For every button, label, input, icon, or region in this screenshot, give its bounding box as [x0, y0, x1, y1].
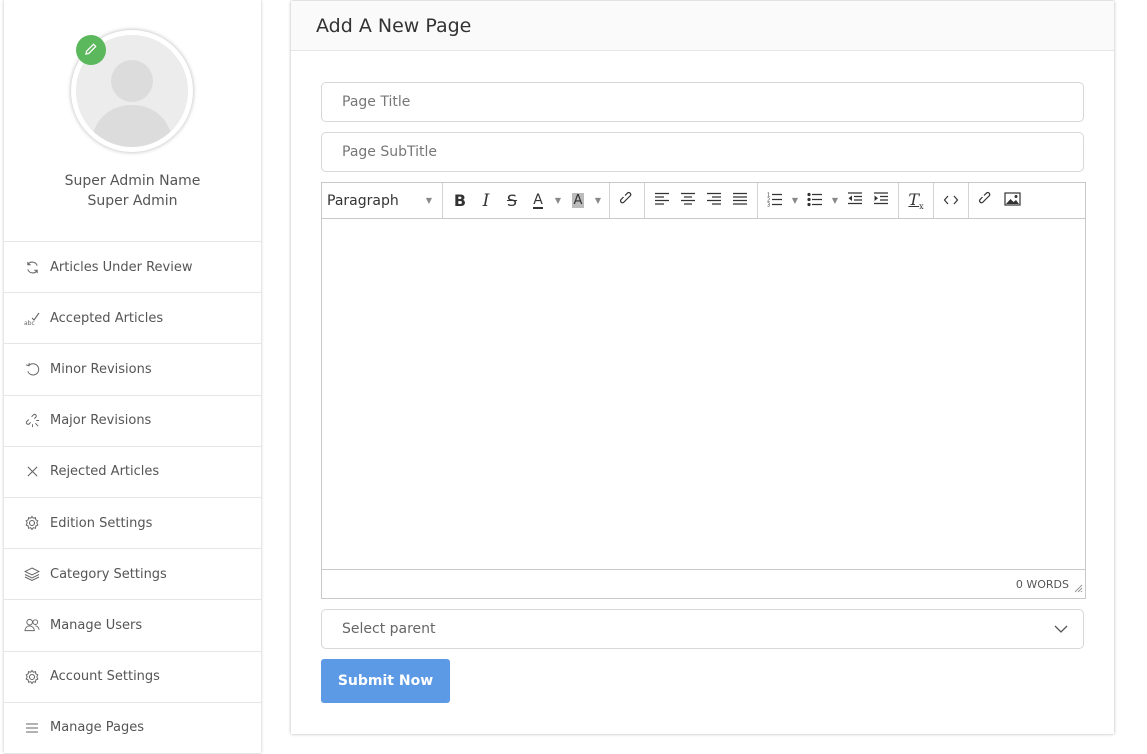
source-code-button[interactable] [938, 187, 964, 215]
chevron-down-icon: ▼ [425, 196, 432, 205]
page-title: Add A New Page [291, 1, 1114, 51]
chevron-down-icon: ▼ [554, 196, 562, 205]
code-icon [943, 192, 959, 210]
sidebar-item-label: Rejected Articles [50, 464, 160, 480]
sidebar-item-label: Manage Pages [50, 720, 145, 736]
format-select[interactable]: Paragraph ▼ [324, 187, 438, 215]
sidebar-item-minor-revisions[interactable]: Minor Revisions [4, 344, 261, 396]
bold-button[interactable]: B [447, 187, 473, 215]
sidebar-item-account-settings[interactable]: Account Settings [4, 652, 261, 703]
sidebar-item-accepted-articles[interactable]: abc Accepted Articles [4, 293, 261, 345]
indent-icon [873, 191, 889, 210]
profile-role: Super Admin [87, 193, 178, 209]
numbered-list-dropdown[interactable]: ▼ [788, 196, 802, 205]
refresh-icon [24, 259, 40, 275]
clear-formatting-icon: Tx [908, 189, 924, 212]
sidebar: Super Admin Name Super Admin Articles Un… [4, 0, 261, 754]
bullet-list-dropdown[interactable]: ▼ [828, 196, 842, 205]
strikethrough-button[interactable]: S [499, 187, 525, 215]
sidebar-item-edition-settings[interactable]: Edition Settings [4, 498, 261, 550]
background-color-icon: A [571, 193, 585, 208]
align-center-icon [680, 192, 696, 210]
sidebar-item-rejected-articles[interactable]: Rejected Articles [4, 447, 261, 498]
bullet-list-icon [807, 191, 823, 211]
resize-handle-icon[interactable] [1074, 583, 1083, 596]
sidebar-item-label: Account Settings [50, 669, 160, 685]
indent-button[interactable] [868, 187, 894, 215]
rich-text-editor: Paragraph ▼ B I S A ▼ A ▼ 1 2 3 ▼ ▼ Tx 0… [321, 182, 1086, 599]
align-left-icon [654, 192, 670, 210]
page-title-input[interactable] [321, 82, 1084, 122]
outdent-icon [847, 191, 863, 210]
bullet-list-button[interactable] [802, 187, 828, 215]
sidebar-item-label: Manage Users [50, 617, 143, 633]
outdent-button[interactable] [842, 187, 868, 215]
undo-icon [24, 361, 40, 377]
word-count: 0 WORDS [1015, 577, 1069, 591]
text-color-button[interactable]: A [525, 187, 551, 215]
pencil-icon [84, 41, 98, 60]
sidebar-item-label: Articles Under Review [50, 259, 193, 275]
layers-icon [24, 566, 40, 582]
link-button[interactable] [614, 187, 640, 215]
users-icon [24, 617, 40, 633]
sidebar-item-label: Minor Revisions [50, 361, 152, 377]
editor-content-area[interactable] [322, 219, 1085, 569]
strikethrough-icon: S [506, 191, 518, 210]
sidebar-item-manage-users[interactable]: Manage Users [4, 600, 261, 652]
align-right-icon [706, 192, 722, 210]
chevron-down-icon: ▼ [791, 196, 799, 205]
image-icon [1003, 191, 1021, 210]
submit-button[interactable]: Submit Now [321, 659, 450, 703]
link-icon [978, 191, 994, 211]
sidebar-item-label: Edition Settings [50, 515, 153, 531]
numbered-list-icon: 123 [767, 191, 783, 211]
gear-icon [24, 515, 40, 531]
sidebar-item-articles-under-review[interactable]: Articles Under Review [4, 242, 261, 294]
profile-card: Super Admin Name Super Admin [4, 0, 261, 242]
align-justify-button[interactable] [727, 187, 753, 215]
align-left-button[interactable] [649, 187, 675, 215]
sidebar-item-label: Category Settings [50, 566, 167, 582]
page-subtitle-input[interactable] [321, 132, 1084, 172]
parent-select[interactable]: Select parent [321, 609, 1084, 649]
gear-icon [24, 669, 40, 685]
chevron-down-icon: ▼ [594, 196, 602, 205]
add-page-panel: Add A New Page Paragraph ▼ B I S A ▼ A ▼ [291, 1, 1114, 734]
spellcheck-icon: abc [24, 310, 40, 326]
sidebar-item-manage-pages[interactable]: Manage Pages [4, 703, 261, 754]
edit-profile-button[interactable] [76, 35, 106, 65]
editor-statusbar: 0 WORDS [322, 569, 1085, 598]
menu-icon [24, 720, 40, 736]
text-color-icon: A [533, 191, 543, 209]
sidebar-item-label: Accepted Articles [50, 310, 164, 326]
bold-icon: B [453, 191, 467, 210]
insert-link-button[interactable] [973, 187, 999, 215]
italic-icon: I [482, 190, 490, 211]
background-color-dropdown[interactable]: ▼ [591, 196, 605, 205]
italic-button[interactable]: I [473, 187, 499, 215]
svg-text:abc: abc [24, 320, 35, 326]
format-select-value: Paragraph [327, 192, 399, 209]
sidebar-item-category-settings[interactable]: Category Settings [4, 549, 261, 601]
editor-toolbar: Paragraph ▼ B I S A ▼ A ▼ 1 2 3 ▼ ▼ Tx [322, 183, 1085, 219]
background-color-button[interactable]: A [565, 187, 591, 215]
sidebar-item-major-revisions[interactable]: Major Revisions [4, 396, 261, 447]
align-justify-icon [732, 192, 748, 210]
chevron-down-icon [1054, 621, 1068, 637]
insert-image-button[interactable] [999, 187, 1025, 215]
align-center-button[interactable] [675, 187, 701, 215]
chevron-down-icon: ▼ [831, 196, 839, 205]
sidebar-item-label: Major Revisions [50, 413, 152, 429]
parent-select-value: Select parent [342, 621, 436, 637]
close-icon [24, 464, 40, 480]
numbered-list-button[interactable]: 123 [762, 187, 788, 215]
link-icon [619, 191, 635, 211]
profile-name: Super Admin Name [64, 173, 201, 189]
text-color-dropdown[interactable]: ▼ [551, 196, 565, 205]
svg-text:3: 3 [767, 202, 770, 207]
align-right-button[interactable] [701, 187, 727, 215]
broken-link-icon [24, 413, 40, 429]
clear-formatting-button[interactable]: Tx [903, 187, 929, 215]
